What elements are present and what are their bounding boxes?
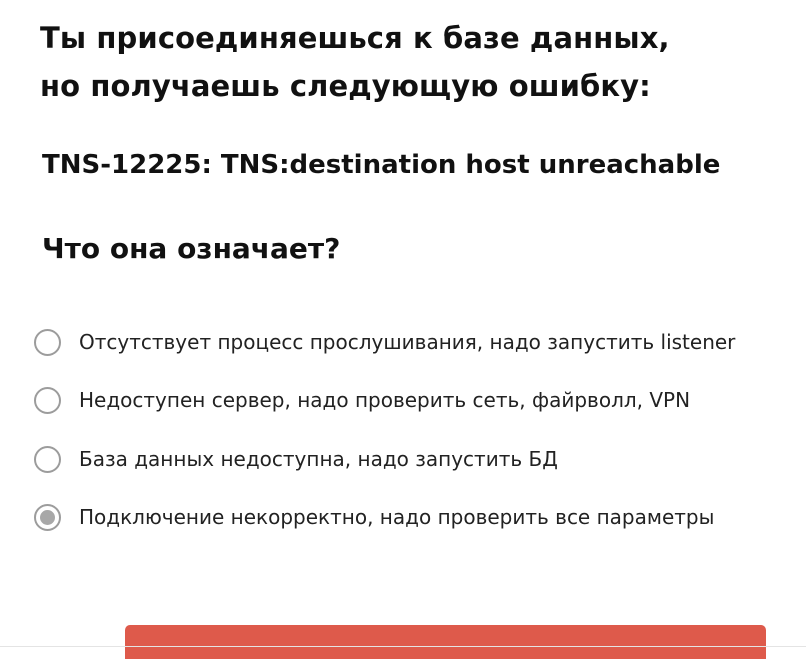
submit-button[interactable]	[125, 625, 766, 659]
bottom-divider	[0, 646, 806, 647]
radio-unchecked-icon[interactable]	[34, 445, 61, 473]
answer-option-label: База данных недоступна, надо запустить Б…	[79, 447, 558, 471]
answer-option-label: Недоступен сервер, надо проверить сеть, …	[79, 388, 691, 412]
answer-option-label: Отсутствует процесс прослушивания, надо …	[79, 330, 736, 354]
error-message: TNS-12225: TNS:destination host unreacha…	[42, 150, 721, 180]
answer-option-3[interactable]: База данных недоступна, надо запустить Б…	[34, 441, 558, 477]
radio-unchecked-icon[interactable]	[34, 386, 61, 414]
answer-option-4[interactable]: Подключение некорректно, надо проверить …	[34, 499, 714, 535]
question-prompt: Что она означает?	[42, 232, 341, 265]
question-title: Ты присоединяешься к базе данных, но пол…	[40, 14, 670, 110]
question-title-line-2: но получаешь следующую ошибку:	[40, 69, 651, 103]
answer-option-label: Подключение некорректно, надо проверить …	[79, 505, 715, 529]
answer-option-1[interactable]: Отсутствует процесс прослушивания, надо …	[34, 324, 735, 360]
radio-unchecked-icon[interactable]	[34, 328, 61, 356]
radio-checked-icon[interactable]	[34, 503, 61, 531]
question-title-line-1: Ты присоединяешься к базе данных,	[40, 21, 670, 55]
answer-option-2[interactable]: Недоступен сервер, надо проверить сеть, …	[34, 382, 690, 418]
